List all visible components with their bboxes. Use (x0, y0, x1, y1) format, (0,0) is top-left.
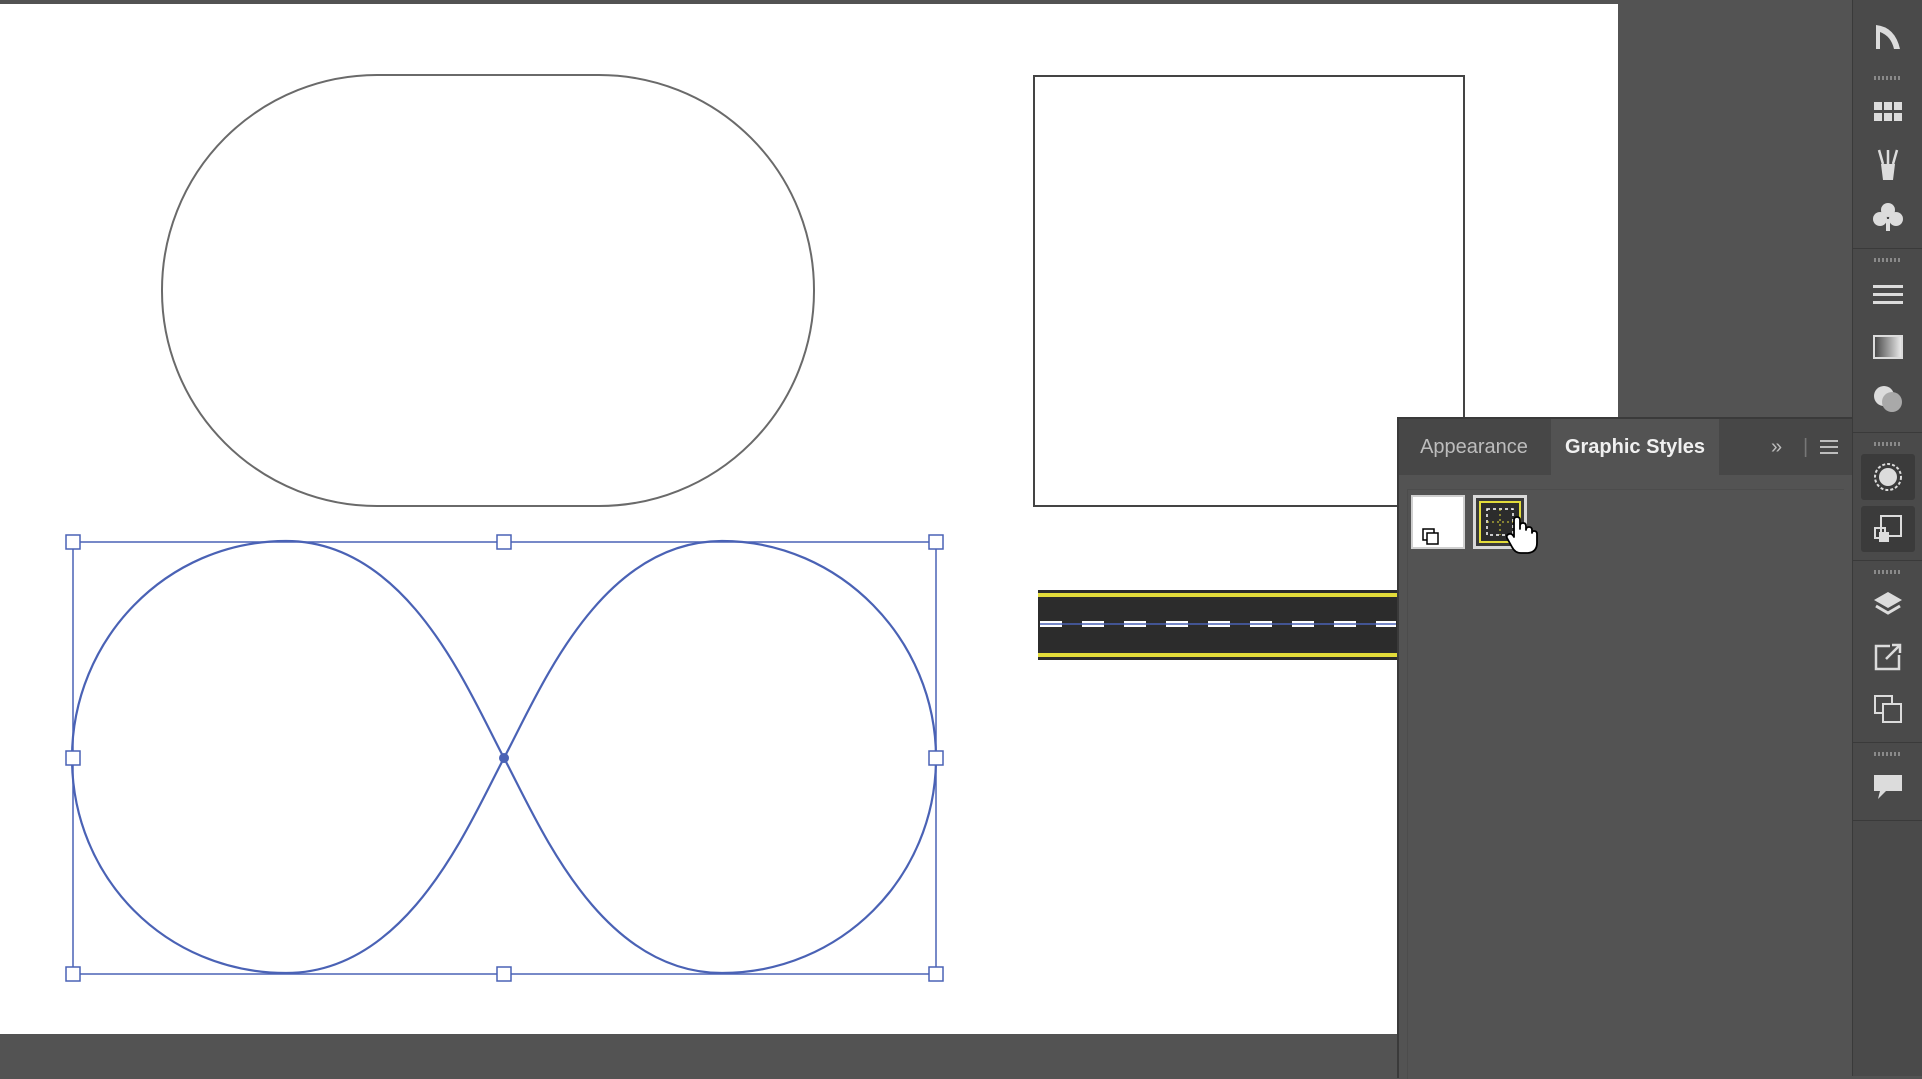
panel-icon-strip (1852, 0, 1922, 1076)
tab-appearance[interactable]: Appearance (1399, 419, 1549, 475)
symbols-icon[interactable] (1861, 194, 1915, 240)
center-point (499, 753, 509, 763)
panel-divider: | (1803, 436, 1809, 458)
handle-bottom-left[interactable] (65, 966, 81, 982)
panel-grip[interactable] (1874, 442, 1902, 446)
default-style-icon (1422, 528, 1439, 545)
graphic-style-default[interactable] (1411, 495, 1465, 549)
handle-top-left[interactable] (65, 534, 81, 550)
graphic-styles-panel: Appearance Graphic Styles » | (1397, 417, 1853, 1079)
handle-middle-left[interactable] (65, 750, 81, 766)
selection-bounding-box[interactable] (65, 534, 944, 982)
layers-icon[interactable] (1861, 582, 1915, 628)
transparency-icon[interactable] (1861, 376, 1915, 422)
export-icon[interactable] (1861, 634, 1915, 680)
transform-icon[interactable] (1861, 14, 1915, 60)
panel-tab-bar: Appearance Graphic Styles » | (1399, 419, 1853, 475)
panel-grip[interactable] (1874, 258, 1902, 262)
graphic-styles-icon[interactable] (1861, 506, 1915, 552)
handle-middle-right[interactable] (928, 750, 944, 766)
hand-cursor-icon (1505, 516, 1538, 554)
road-shape[interactable] (1038, 590, 1398, 660)
panel-grip[interactable] (1874, 76, 1902, 80)
handle-top-middle[interactable] (496, 534, 512, 550)
comments-icon[interactable] (1861, 764, 1915, 810)
handle-top-right[interactable] (928, 534, 944, 550)
gradient-icon[interactable] (1861, 324, 1915, 370)
appearance-icon[interactable] (1861, 454, 1915, 500)
capsule-shape[interactable] (161, 74, 815, 507)
double-chevron-right-icon[interactable]: » (1771, 431, 1782, 463)
panel-grip[interactable] (1874, 752, 1902, 756)
graphic-styles-list (1407, 489, 1844, 1079)
brushes-icon[interactable] (1861, 142, 1915, 188)
swatches-icon[interactable] (1861, 90, 1915, 136)
handle-bottom-middle[interactable] (496, 966, 512, 982)
stroke-icon[interactable] (1861, 272, 1915, 318)
hamburger-menu-icon[interactable] (1819, 431, 1839, 463)
tab-graphic-styles[interactable]: Graphic Styles (1551, 419, 1719, 475)
artboards-icon[interactable] (1861, 686, 1915, 732)
panel-grip[interactable] (1874, 570, 1902, 574)
handle-bottom-right[interactable] (928, 966, 944, 982)
